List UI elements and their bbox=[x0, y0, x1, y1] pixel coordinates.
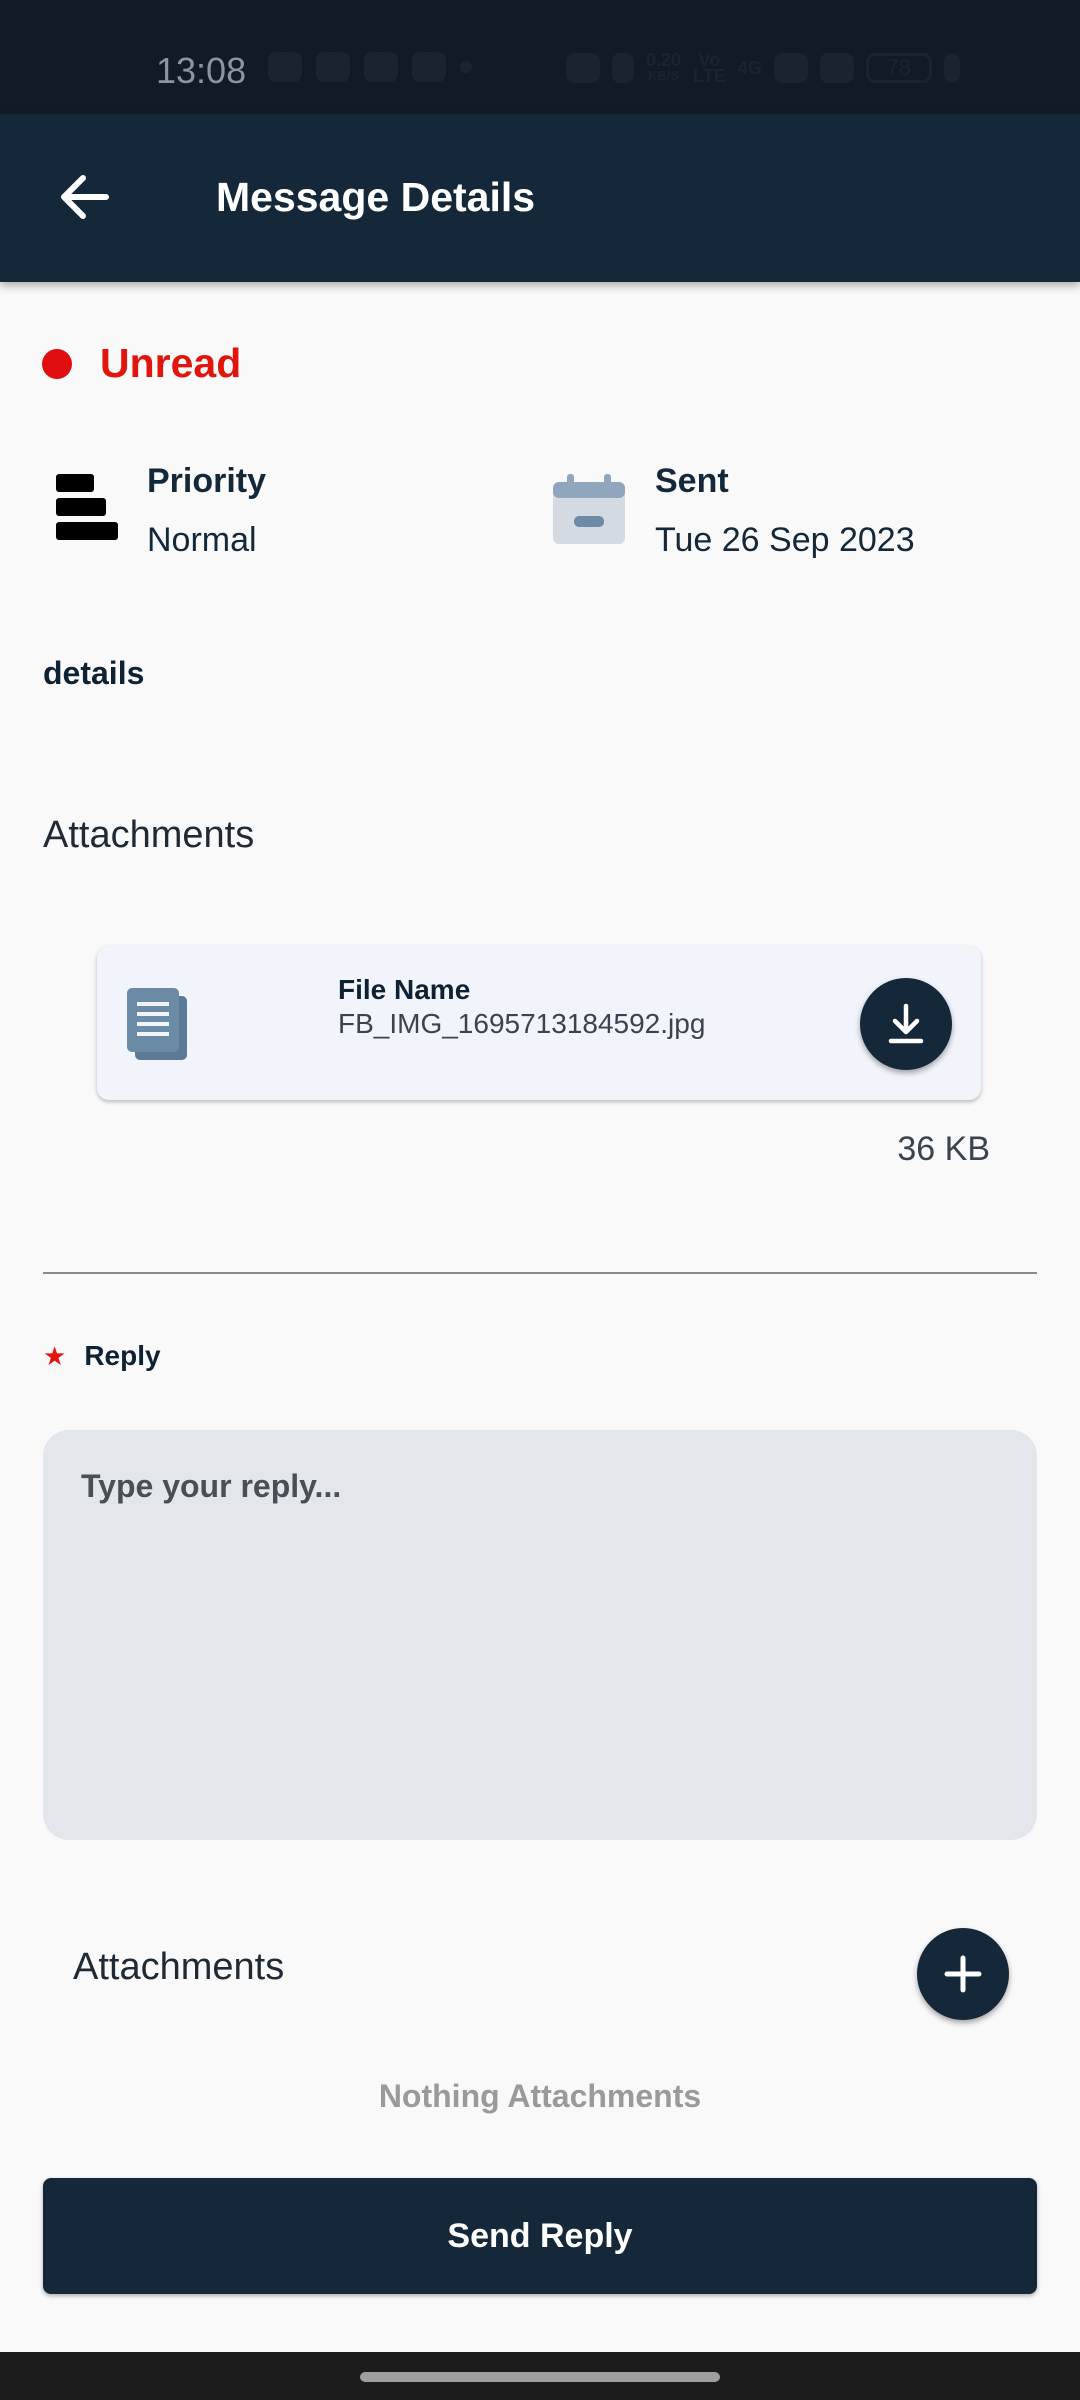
back-button[interactable] bbox=[50, 162, 120, 232]
battery-indicator: 78 bbox=[865, 53, 932, 83]
reply-label: ★ Reply bbox=[43, 1340, 161, 1372]
sent-value: Tue 26 Sep 2023 bbox=[655, 521, 915, 559]
plus-icon bbox=[944, 1955, 982, 1993]
file-size: 36 KB bbox=[897, 1130, 990, 1168]
priority-block: Priority Normal bbox=[147, 462, 266, 560]
chat-icon bbox=[364, 52, 398, 82]
sent-label: Sent bbox=[655, 462, 729, 500]
download-button[interactable] bbox=[860, 978, 952, 1070]
add-attachment-button[interactable] bbox=[917, 1928, 1009, 2020]
net-speed: 0.20 KB/S bbox=[646, 50, 682, 83]
youtube-icon bbox=[412, 52, 446, 82]
download-icon bbox=[888, 1003, 924, 1044]
signal-icon bbox=[773, 53, 808, 83]
home-gesture-handle[interactable] bbox=[360, 2372, 720, 2382]
reply-attachments-title: Attachments bbox=[73, 1946, 285, 1988]
more-notifications-icon bbox=[460, 61, 472, 73]
system-icons: 0.20 KB/S Vo LTE 4G 78 bbox=[566, 50, 960, 86]
charging-icon bbox=[943, 53, 960, 83]
reply-label-text: Reply bbox=[84, 1340, 161, 1371]
priority-value: Normal bbox=[147, 521, 257, 559]
calendar-icon bbox=[553, 474, 625, 551]
attachments-title: Attachments bbox=[43, 814, 255, 856]
status-time: 13:08 bbox=[156, 50, 247, 91]
telegram-icon bbox=[316, 52, 350, 82]
status-label: Unread bbox=[100, 340, 242, 386]
unread-dot-icon bbox=[42, 348, 72, 379]
reply-input[interactable] bbox=[43, 1430, 1037, 1840]
arrow-left-icon bbox=[61, 175, 109, 219]
attachment-card[interactable]: File Name FB_IMG_1695713184592.jpg bbox=[97, 946, 981, 1100]
divider bbox=[43, 1272, 1037, 1274]
required-star-icon: ★ bbox=[43, 1340, 67, 1371]
bluetooth-icon bbox=[612, 53, 634, 83]
whatsapp-icon bbox=[268, 52, 302, 82]
sent-block: Sent Tue 26 Sep 2023 bbox=[655, 462, 915, 560]
signal-icon-2 bbox=[819, 53, 854, 83]
status-bar: 13:08 0.20 KB/S Vo LTE 4G 78 bbox=[0, 0, 1080, 114]
file-name-label: File Name bbox=[338, 974, 471, 1005]
alarm-icon bbox=[566, 53, 600, 83]
system-nav-bar bbox=[0, 2352, 1080, 2400]
priority-icon bbox=[56, 470, 120, 547]
priority-label: Priority bbox=[147, 462, 267, 500]
empty-attachments-text: Nothing Attachments bbox=[378, 2078, 702, 2114]
volte-indicator: Vo LTE bbox=[693, 50, 726, 86]
read-status: Unread bbox=[42, 340, 241, 387]
send-reply-button[interactable]: Send Reply bbox=[43, 2178, 1037, 2294]
page-title: Message Details bbox=[216, 174, 536, 220]
app-bar: Message Details bbox=[0, 114, 1080, 282]
document-icon bbox=[125, 986, 191, 1067]
network-type: 4G bbox=[737, 58, 762, 78]
message-details: details bbox=[43, 655, 145, 691]
file-name-value: FB_IMG_1695713184592.jpg bbox=[338, 1008, 706, 1039]
notification-icons bbox=[268, 52, 472, 82]
